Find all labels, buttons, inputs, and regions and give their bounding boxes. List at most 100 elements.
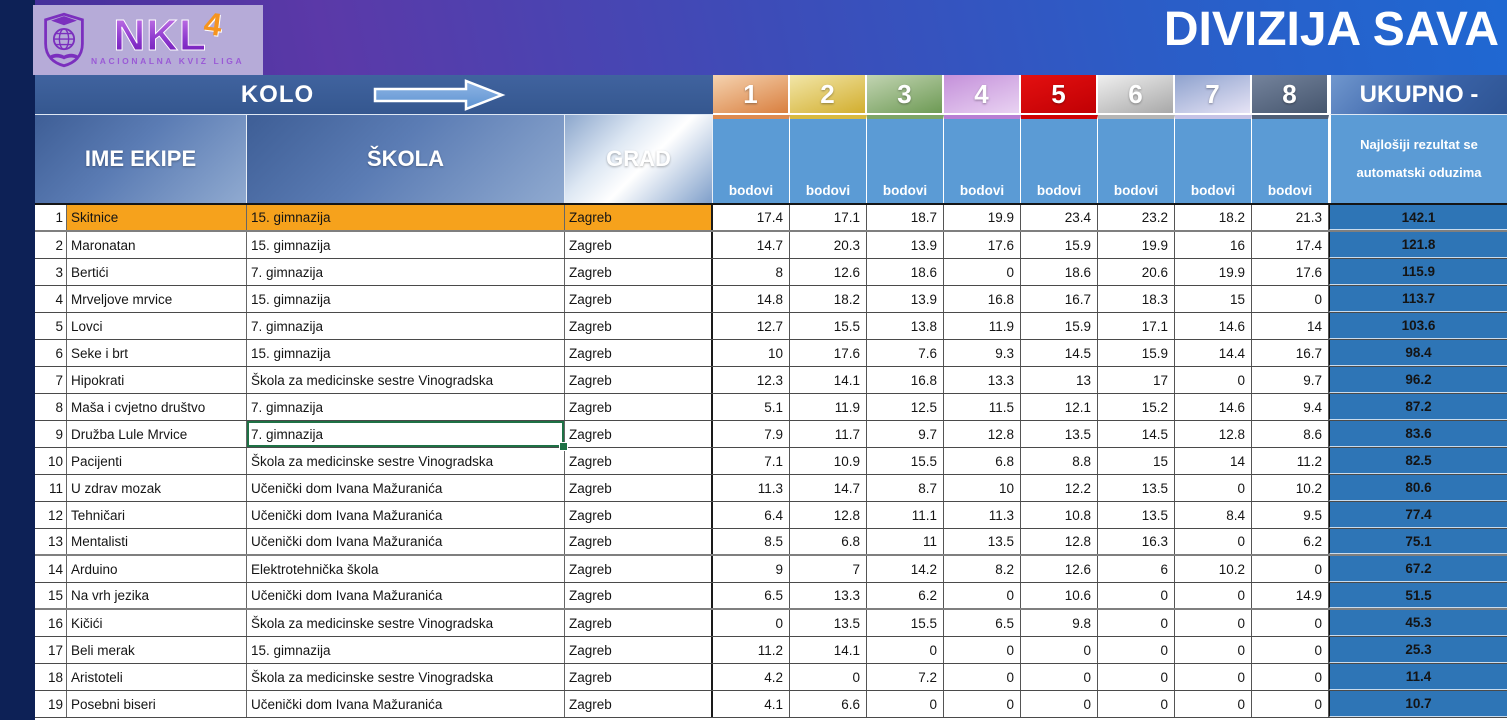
score-cell-round-2[interactable]: 12.8	[790, 502, 867, 528]
score-cell-round-4[interactable]: 11.3	[944, 502, 1021, 528]
score-cell-round-8[interactable]: 9.4	[1252, 394, 1329, 420]
team-cell[interactable]: Lovci	[67, 313, 247, 339]
rank-cell[interactable]: 18	[35, 664, 67, 690]
score-cell-round-7[interactable]: 14.6	[1175, 394, 1252, 420]
rank-cell[interactable]: 15	[35, 583, 67, 608]
score-cell-round-5[interactable]: 9.8	[1021, 610, 1098, 636]
rank-cell[interactable]: 9	[35, 421, 67, 447]
score-cell-round-3[interactable]: 13.9	[867, 232, 944, 258]
points-header-cell-round-1[interactable]: bodovi	[713, 115, 790, 203]
score-cell-round-8[interactable]: 0	[1252, 556, 1329, 582]
score-cell-round-7[interactable]: 16	[1175, 232, 1252, 258]
score-cell-round-4[interactable]: 6.8	[944, 448, 1021, 474]
score-cell-round-1[interactable]: 12.7	[713, 313, 790, 339]
school-cell[interactable]: Učenički dom Ivana Mažuranića	[247, 583, 565, 608]
school-cell[interactable]: Škola za medicinske sestre Vinogradska	[247, 664, 565, 690]
score-cell-round-1[interactable]: 12.3	[713, 367, 790, 393]
school-cell[interactable]: Škola za medicinske sestre Vinogradska	[247, 367, 565, 393]
school-cell[interactable]: 7. gimnazija	[247, 394, 565, 420]
score-cell-round-5[interactable]: 0	[1021, 664, 1098, 690]
points-header-cell-round-7[interactable]: bodovi	[1175, 115, 1252, 203]
city-cell[interactable]: Zagreb	[565, 637, 713, 663]
score-cell-round-1[interactable]: 17.4	[713, 205, 790, 230]
score-cell-round-6[interactable]: 14.5	[1098, 421, 1175, 447]
score-cell-round-8[interactable]: 14	[1252, 313, 1329, 339]
score-cell-round-3[interactable]: 8.7	[867, 475, 944, 501]
score-cell-round-3[interactable]: 12.5	[867, 394, 944, 420]
score-cell-round-5[interactable]: 23.4	[1021, 205, 1098, 230]
score-cell-round-4[interactable]: 12.8	[944, 421, 1021, 447]
score-cell-round-5[interactable]: 12.6	[1021, 556, 1098, 582]
round-7-header-cell[interactable]: 7	[1175, 75, 1252, 115]
total-cell[interactable]: 10.7	[1329, 691, 1507, 717]
score-cell-round-6[interactable]: 15	[1098, 448, 1175, 474]
city-cell[interactable]: Zagreb	[565, 286, 713, 312]
total-cell[interactable]: 115.9	[1329, 259, 1507, 285]
team-cell[interactable]: Arduino	[67, 556, 247, 582]
school-cell[interactable]: 7. gimnazija	[247, 313, 565, 339]
score-cell-round-2[interactable]: 12.6	[790, 259, 867, 285]
score-cell-round-8[interactable]: 0	[1252, 637, 1329, 663]
school-cell[interactable]: Škola za medicinske sestre Vinogradska	[247, 610, 565, 636]
score-cell-round-8[interactable]: 0	[1252, 286, 1329, 312]
score-cell-round-3[interactable]: 13.9	[867, 286, 944, 312]
total-cell[interactable]: 75.1	[1329, 529, 1507, 554]
rank-cell[interactable]: 7	[35, 367, 67, 393]
score-cell-round-5[interactable]: 12.2	[1021, 475, 1098, 501]
score-cell-round-3[interactable]: 18.6	[867, 259, 944, 285]
city-cell[interactable]: Zagreb	[565, 259, 713, 285]
city-cell[interactable]: Zagreb	[565, 205, 713, 230]
score-cell-round-1[interactable]: 8	[713, 259, 790, 285]
score-cell-round-8[interactable]: 10.2	[1252, 475, 1329, 501]
score-cell-round-8[interactable]: 0	[1252, 610, 1329, 636]
total-cell[interactable]: 103.6	[1329, 313, 1507, 339]
round-2-header-cell[interactable]: 2	[790, 75, 867, 115]
kolo-label-cell[interactable]: KOLO	[35, 75, 713, 115]
total-note-cell[interactable]: Najlošiji rezultat se automatski oduzima	[1329, 115, 1507, 203]
school-cell[interactable]: Učenički dom Ivana Mažuranića	[247, 529, 565, 554]
score-cell-round-8[interactable]: 9.7	[1252, 367, 1329, 393]
score-cell-round-6[interactable]: 15.9	[1098, 340, 1175, 366]
score-cell-round-8[interactable]: 17.4	[1252, 232, 1329, 258]
score-cell-round-6[interactable]: 15.2	[1098, 394, 1175, 420]
score-cell-round-4[interactable]: 9.3	[944, 340, 1021, 366]
score-cell-round-4[interactable]: 0	[944, 691, 1021, 717]
score-cell-round-2[interactable]: 17.1	[790, 205, 867, 230]
score-cell-round-7[interactable]: 14	[1175, 448, 1252, 474]
score-cell-round-4[interactable]: 11.5	[944, 394, 1021, 420]
score-cell-round-2[interactable]: 0	[790, 664, 867, 690]
score-cell-round-7[interactable]: 0	[1175, 583, 1252, 608]
score-cell-round-2[interactable]: 17.6	[790, 340, 867, 366]
total-cell[interactable]: 45.3	[1329, 610, 1507, 636]
score-cell-round-6[interactable]: 0	[1098, 664, 1175, 690]
score-cell-round-6[interactable]: 0	[1098, 637, 1175, 663]
score-cell-round-1[interactable]: 4.1	[713, 691, 790, 717]
score-cell-round-4[interactable]: 0	[944, 583, 1021, 608]
total-cell[interactable]: 77.4	[1329, 502, 1507, 528]
team-cell[interactable]: Na vrh jezika	[67, 583, 247, 608]
rank-cell[interactable]: 4	[35, 286, 67, 312]
score-cell-round-1[interactable]: 10	[713, 340, 790, 366]
score-cell-round-7[interactable]: 0	[1175, 637, 1252, 663]
city-cell[interactable]: Zagreb	[565, 421, 713, 447]
team-cell[interactable]: Družba Lule Mrvice	[67, 421, 247, 447]
score-cell-round-4[interactable]: 0	[944, 259, 1021, 285]
score-cell-round-1[interactable]: 6.4	[713, 502, 790, 528]
school-cell[interactable]: Učenički dom Ivana Mažuranića	[247, 691, 565, 717]
rank-cell[interactable]: 5	[35, 313, 67, 339]
score-cell-round-1[interactable]: 5.1	[713, 394, 790, 420]
team-cell[interactable]: Maronatan	[67, 232, 247, 258]
school-column-header[interactable]: ŠKOLA	[247, 115, 565, 203]
round-1-header-cell[interactable]: 1	[713, 75, 790, 115]
score-cell-round-6[interactable]: 0	[1098, 691, 1175, 717]
score-cell-round-1[interactable]: 11.3	[713, 475, 790, 501]
score-cell-round-6[interactable]: 13.5	[1098, 502, 1175, 528]
score-cell-round-6[interactable]: 13.5	[1098, 475, 1175, 501]
score-cell-round-1[interactable]: 7.9	[713, 421, 790, 447]
rank-cell[interactable]: 2	[35, 232, 67, 258]
school-cell[interactable]: Škola za medicinske sestre Vinogradska	[247, 448, 565, 474]
score-cell-round-3[interactable]: 16.8	[867, 367, 944, 393]
score-cell-round-5[interactable]: 14.5	[1021, 340, 1098, 366]
score-cell-round-5[interactable]: 13.5	[1021, 421, 1098, 447]
score-cell-round-1[interactable]: 11.2	[713, 637, 790, 663]
